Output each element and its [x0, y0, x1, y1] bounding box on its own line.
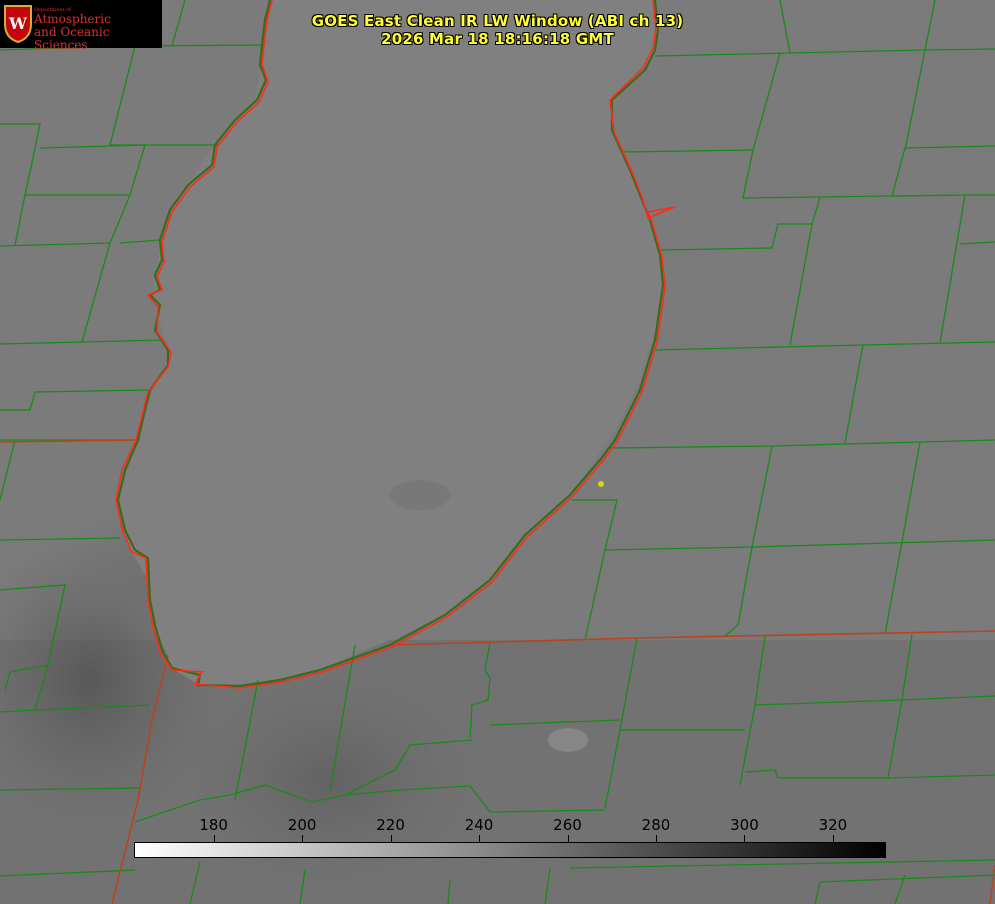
map-canvas: [0, 0, 995, 904]
colorbar-tick-mark: [302, 835, 304, 842]
colorbar-tick-mark: [479, 835, 481, 842]
colorbar-tick-mark: [390, 835, 392, 842]
colorbar: [134, 842, 886, 858]
image-timestamp: 2026 Mar 18 18:16:18 GMT: [381, 30, 614, 48]
lake-cloud: [390, 480, 450, 510]
colorbar-tick-mark: [567, 835, 569, 842]
colorbar-tick-label: 300: [730, 816, 759, 834]
colorbar-tick-mark: [213, 835, 215, 842]
colorbar-tick-label: 240: [464, 816, 494, 834]
colorbar-tick-mark: [655, 835, 657, 842]
image-title: GOES East Clean IR LW Window (ABI ch 13): [311, 12, 684, 30]
colorbar-tick-label: 220: [376, 816, 405, 834]
colorbar-tick-mark: [832, 835, 834, 842]
location-marker: [598, 481, 604, 487]
colorbar-tick-label: 320: [818, 816, 848, 834]
colorbar-tick-mark: [744, 835, 746, 842]
warm-patch: [548, 728, 588, 752]
colorbar-tick-label: 280: [641, 816, 671, 834]
satellite-image-view: W Department of Atmospheric and Oceanic …: [0, 0, 995, 904]
colorbar-tick-label: 180: [199, 816, 228, 834]
colorbar-tick-label: 260: [553, 816, 582, 834]
colorbar-tick-label: 200: [287, 816, 317, 834]
